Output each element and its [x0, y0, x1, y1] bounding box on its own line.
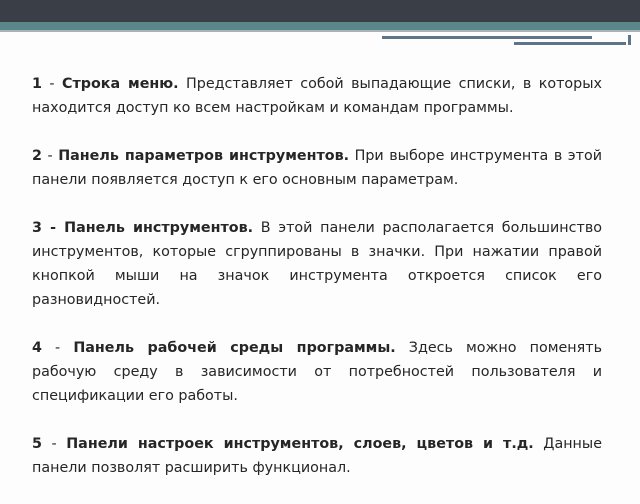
list-item-options-bar: 2 - Панель параметров инструментов. При … [32, 144, 602, 192]
item-separator: - [41, 76, 62, 92]
slide-gray-band [0, 30, 640, 32]
list-item-tools-panel: 3 - Панель инструментов. В этой панели р… [32, 216, 602, 312]
item-title: Панель инструментов. [64, 220, 254, 236]
item-title: Панели настроек инструментов, слоев, цве… [66, 436, 534, 452]
accent-tick [628, 35, 631, 45]
item-number: 5 [32, 436, 42, 452]
item-number: 4 [32, 340, 42, 356]
item-title: Панель параметров инструментов. [58, 148, 350, 164]
slide-top-bar [0, 0, 640, 22]
item-separator: - [41, 220, 65, 236]
slide-teal-band [0, 22, 640, 30]
item-number: 2 [32, 148, 42, 164]
accent-line [382, 36, 592, 39]
item-title: Панель рабочей среды программы. [73, 340, 396, 356]
accent-line [514, 42, 626, 45]
item-separator: - [41, 340, 74, 356]
item-separator: - [41, 436, 67, 452]
item-number: 1 [32, 76, 42, 92]
slide-body: 1 - Строка меню. Представляет собой выпа… [32, 72, 602, 504]
item-title: Строка меню. [61, 76, 179, 92]
item-number: 3 [32, 220, 42, 236]
list-item-workspace-panel: 4 - Панель рабочей среды программы. Здес… [32, 336, 602, 408]
list-item-menu-bar: 1 - Строка меню. Представляет собой выпа… [32, 72, 602, 120]
list-item-settings-panels: 5 - Панели настроек инструментов, слоев,… [32, 432, 602, 480]
item-separator: - [41, 148, 59, 164]
